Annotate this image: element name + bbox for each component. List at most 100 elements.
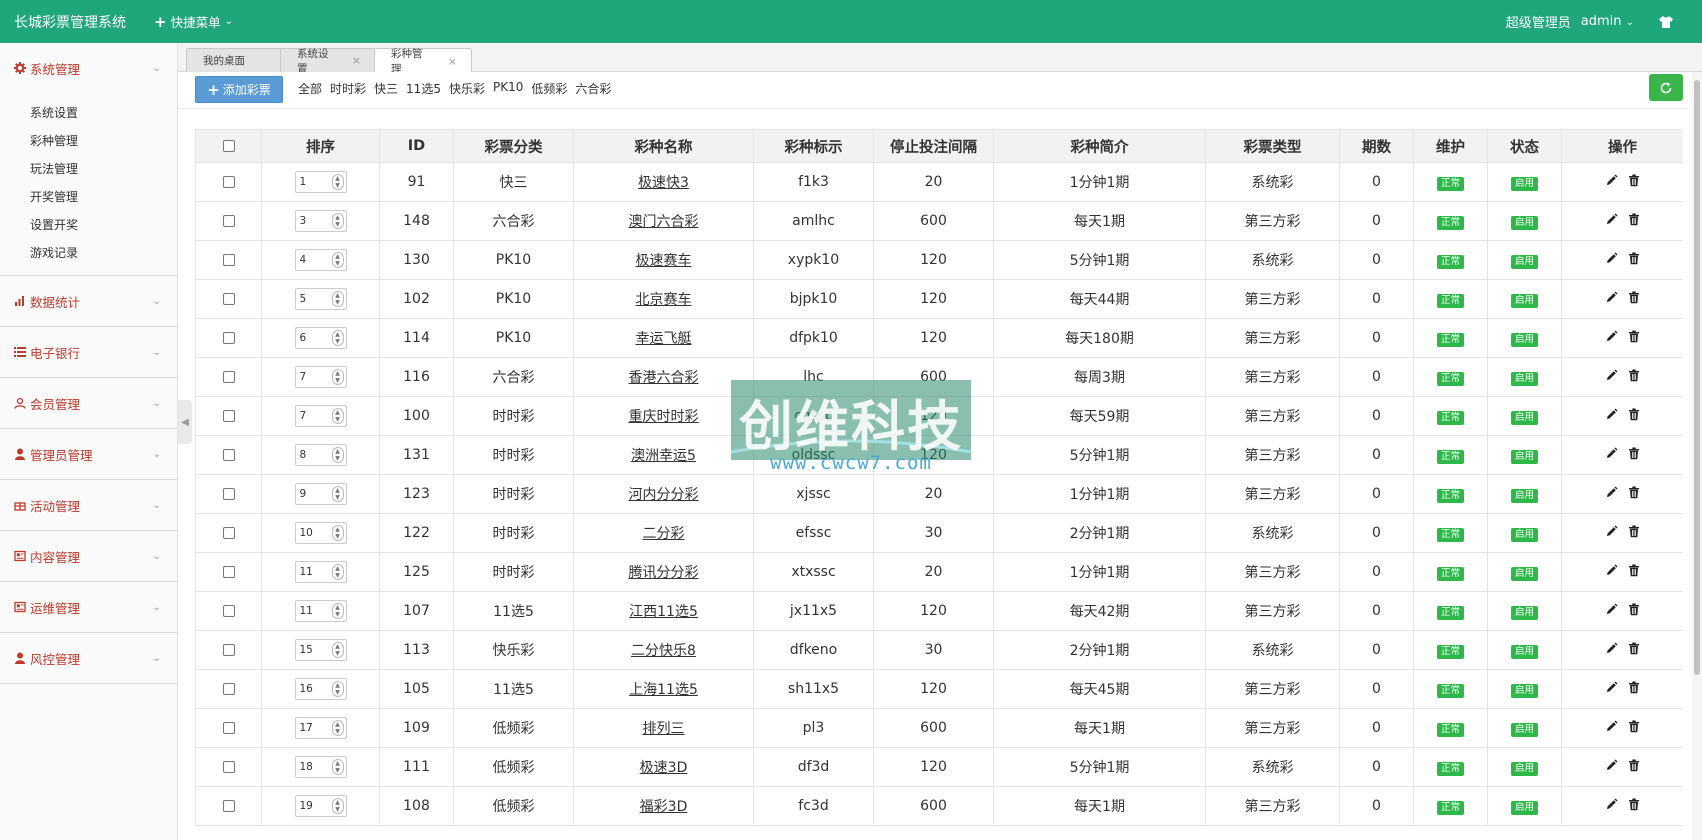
edit-icon[interactable] bbox=[1605, 642, 1618, 659]
status-badge[interactable]: 启用 bbox=[1510, 215, 1538, 230]
skin-shirt-icon[interactable] bbox=[1658, 15, 1674, 29]
quick-menu-button[interactable]: + 快捷菜单 ⌄ bbox=[154, 12, 233, 31]
lottery-name-link[interactable]: 二分快乐8 bbox=[573, 630, 754, 670]
filter-link[interactable]: 全部 bbox=[298, 80, 322, 97]
user-menu[interactable]: admin ⌄ bbox=[1581, 14, 1634, 29]
status-badge[interactable]: 启用 bbox=[1510, 254, 1538, 269]
delete-icon[interactable] bbox=[1628, 369, 1640, 386]
sidebar-group-header[interactable]: 风控管理 ⌄ bbox=[0, 633, 177, 683]
maintenance-badge[interactable]: 正常 bbox=[1436, 722, 1464, 737]
sidebar-group-header[interactable]: 运维管理 ⌄ bbox=[0, 582, 177, 632]
edit-icon[interactable] bbox=[1605, 369, 1618, 386]
row-checkbox[interactable] bbox=[222, 215, 235, 227]
sidebar-item[interactable]: 系统设置 bbox=[0, 99, 177, 127]
stepper-arrows[interactable]: ▲ ▼ bbox=[331, 720, 344, 736]
add-lottery-button[interactable]: + 添加彩票 bbox=[195, 76, 283, 103]
status-badge[interactable]: 启用 bbox=[1510, 371, 1538, 386]
lottery-name-link[interactable]: 二分彩 bbox=[573, 513, 754, 553]
row-checkbox[interactable] bbox=[222, 332, 235, 344]
sort-order-input[interactable]: 16 ▲ ▼ bbox=[294, 678, 347, 700]
stepper-arrows[interactable]: ▲ ▼ bbox=[331, 447, 344, 463]
sidebar-item[interactable]: 彩种管理 bbox=[0, 127, 177, 155]
status-badge[interactable]: 启用 bbox=[1510, 683, 1538, 698]
delete-icon[interactable] bbox=[1628, 564, 1640, 581]
lottery-name-link[interactable]: 澳门六合彩 bbox=[573, 201, 754, 241]
maintenance-badge[interactable]: 正常 bbox=[1436, 293, 1464, 308]
stepper-arrows[interactable]: ▲ ▼ bbox=[331, 564, 344, 580]
delete-icon[interactable] bbox=[1628, 291, 1640, 308]
maintenance-badge[interactable]: 正常 bbox=[1436, 215, 1464, 230]
maintenance-badge[interactable]: 正常 bbox=[1436, 644, 1464, 659]
edit-icon[interactable] bbox=[1605, 174, 1618, 191]
status-badge[interactable]: 启用 bbox=[1510, 566, 1538, 581]
row-checkbox[interactable] bbox=[222, 410, 235, 422]
lottery-name-link[interactable]: 北京赛车 bbox=[573, 279, 754, 319]
edit-icon[interactable] bbox=[1605, 330, 1618, 347]
lottery-name-link[interactable]: 江西11选5 bbox=[573, 591, 754, 631]
sidebar-item[interactable]: 游戏记录 bbox=[0, 239, 177, 267]
lottery-name-link[interactable]: 极速3D bbox=[573, 747, 754, 787]
sort-order-input[interactable]: 11 ▲ ▼ bbox=[294, 561, 347, 583]
status-badge[interactable]: 启用 bbox=[1510, 410, 1538, 425]
edit-icon[interactable] bbox=[1605, 798, 1618, 815]
row-checkbox[interactable] bbox=[222, 254, 235, 266]
tab-my-desktop[interactable]: 我的桌面 bbox=[186, 48, 286, 72]
lottery-name-link[interactable]: 腾讯分分彩 bbox=[573, 552, 754, 592]
lottery-name-link[interactable]: 澳洲幸运5 bbox=[573, 435, 754, 475]
filter-link[interactable]: 11选5 bbox=[406, 80, 441, 97]
edit-icon[interactable] bbox=[1605, 603, 1618, 620]
row-checkbox[interactable] bbox=[222, 761, 235, 773]
edit-icon[interactable] bbox=[1605, 681, 1618, 698]
sort-order-input[interactable]: 9 ▲ ▼ bbox=[294, 483, 347, 505]
delete-icon[interactable] bbox=[1628, 720, 1640, 737]
stepper-arrows[interactable]: ▲ ▼ bbox=[331, 408, 344, 424]
scrollbar-thumb[interactable] bbox=[1694, 80, 1700, 675]
vertical-scrollbar[interactable] bbox=[1692, 72, 1702, 840]
delete-icon[interactable] bbox=[1628, 174, 1640, 191]
filter-link[interactable]: 时时彩 bbox=[330, 80, 366, 97]
status-badge[interactable]: 启用 bbox=[1510, 332, 1538, 347]
maintenance-badge[interactable]: 正常 bbox=[1436, 332, 1464, 347]
status-badge[interactable]: 启用 bbox=[1510, 605, 1538, 620]
sidebar-group-header[interactable]: 管理员管理 ⌄ bbox=[0, 429, 177, 479]
sort-order-input[interactable]: 1 ▲ ▼ bbox=[294, 171, 347, 193]
sort-order-input[interactable]: 6 ▲ ▼ bbox=[294, 327, 347, 349]
maintenance-badge[interactable]: 正常 bbox=[1436, 176, 1464, 191]
lottery-name-link[interactable]: 河内分分彩 bbox=[573, 474, 754, 514]
row-checkbox[interactable] bbox=[222, 683, 235, 695]
delete-icon[interactable] bbox=[1628, 525, 1640, 542]
stepper-arrows[interactable]: ▲ ▼ bbox=[331, 798, 344, 814]
row-checkbox[interactable] bbox=[222, 449, 235, 461]
stepper-arrows[interactable]: ▲ ▼ bbox=[331, 252, 344, 268]
status-badge[interactable]: 启用 bbox=[1510, 722, 1538, 737]
sort-order-input[interactable]: 18 ▲ ▼ bbox=[294, 756, 347, 778]
status-badge[interactable]: 启用 bbox=[1510, 644, 1538, 659]
lottery-name-link[interactable]: 福彩3D bbox=[573, 786, 754, 826]
sort-order-input[interactable]: 8 ▲ ▼ bbox=[294, 444, 347, 466]
maintenance-badge[interactable]: 正常 bbox=[1436, 449, 1464, 464]
delete-icon[interactable] bbox=[1628, 486, 1640, 503]
sidebar-group-header[interactable]: 活动管理 ⌄ bbox=[0, 480, 177, 530]
edit-icon[interactable] bbox=[1605, 408, 1618, 425]
status-badge[interactable]: 启用 bbox=[1510, 449, 1538, 464]
sidebar-item[interactable]: 开奖管理 bbox=[0, 183, 177, 211]
filter-link[interactable]: PK10 bbox=[493, 80, 523, 97]
close-icon[interactable]: × bbox=[352, 54, 361, 67]
tab-system-settings[interactable]: 系统设置 × bbox=[280, 48, 376, 75]
edit-icon[interactable] bbox=[1605, 720, 1618, 737]
lottery-name-link[interactable]: 香港六合彩 bbox=[573, 357, 754, 397]
sort-order-input[interactable]: 7 ▲ ▼ bbox=[294, 405, 347, 427]
close-icon[interactable]: × bbox=[448, 55, 457, 68]
sort-order-input[interactable]: 4 ▲ ▼ bbox=[294, 249, 347, 271]
sort-order-input[interactable]: 19 ▲ ▼ bbox=[294, 795, 347, 817]
status-badge[interactable]: 启用 bbox=[1510, 527, 1538, 542]
sort-order-input[interactable]: 3 ▲ ▼ bbox=[294, 210, 347, 232]
stepper-arrows[interactable]: ▲ ▼ bbox=[331, 213, 344, 229]
row-checkbox[interactable] bbox=[222, 605, 235, 617]
status-badge[interactable]: 启用 bbox=[1510, 800, 1538, 815]
stepper-arrows[interactable]: ▲ ▼ bbox=[331, 642, 344, 658]
filter-link[interactable]: 快乐彩 bbox=[449, 80, 485, 97]
stepper-arrows[interactable]: ▲ ▼ bbox=[331, 681, 344, 697]
filter-link[interactable]: 快三 bbox=[374, 80, 398, 97]
edit-icon[interactable] bbox=[1605, 291, 1618, 308]
